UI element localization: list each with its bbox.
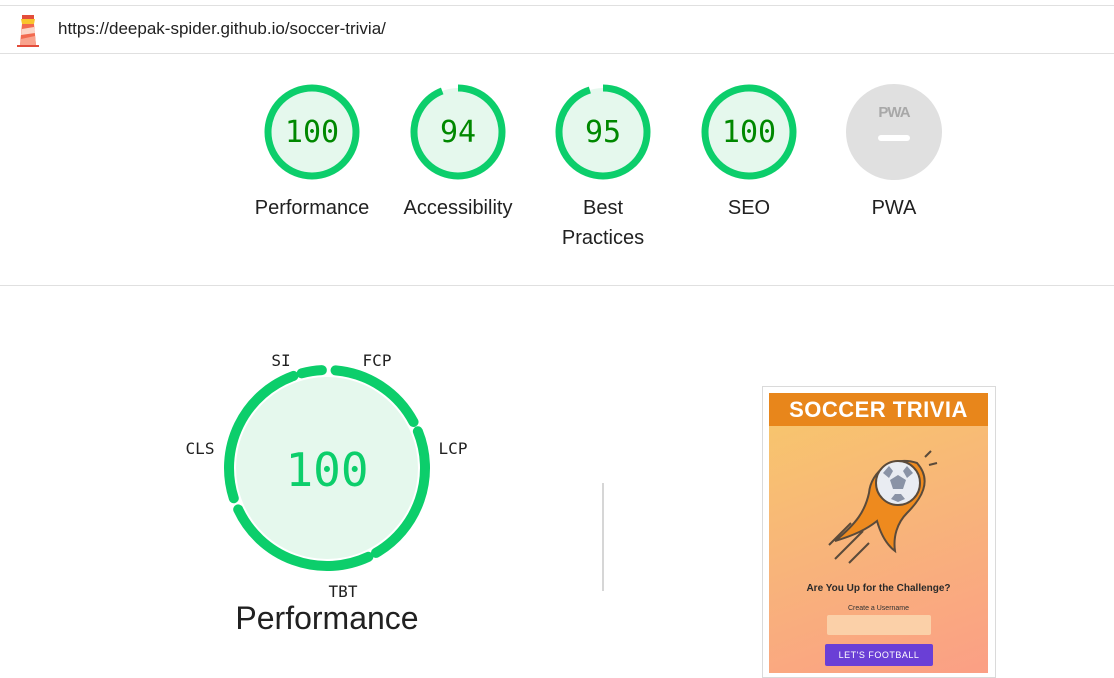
score-label: Best Practices xyxy=(561,197,645,249)
performance-score: 100 xyxy=(285,443,368,497)
gauge-seo[interactable]: 100 SEO xyxy=(684,84,814,223)
metric-label-lcp: LCP xyxy=(439,439,468,458)
performance-title: Performance xyxy=(235,600,419,636)
performance-metric-gauge: 100 SI FCP LCP TBT CLS xyxy=(186,351,468,600)
gauge-accessibility[interactable]: 94 Accessibility xyxy=(393,84,523,223)
final-screenshot[interactable]: SOCCER TRIVIA Are You Up for the Challen… xyxy=(769,393,988,673)
score-ring-seo: 100 xyxy=(701,84,797,180)
lighthouse-icon xyxy=(17,15,39,47)
gauge-performance[interactable]: 100 Performance xyxy=(247,84,377,223)
metric-label-cls: CLS xyxy=(186,439,215,458)
thumbnail-start-button[interactable]: LET'S FOOTBALL xyxy=(825,644,933,666)
thumbnail-challenge-text: Are You Up for the Challenge? xyxy=(806,583,951,594)
vertical-separator xyxy=(602,483,604,591)
score-label: Accessibility xyxy=(403,197,513,219)
score-value: 100 xyxy=(285,115,339,150)
score-value: 94 xyxy=(440,115,476,150)
gauge-pwa[interactable]: PWA PWA xyxy=(829,84,959,223)
thumbnail-banner: SOCCER TRIVIA xyxy=(769,393,988,426)
flaming-soccer-ball-icon xyxy=(828,450,938,564)
score-value: 100 xyxy=(722,115,776,150)
page-url[interactable]: https://deepak-spider.github.io/soccer-t… xyxy=(58,19,386,39)
score-ring-performance: 100 xyxy=(264,84,360,180)
pwa-badge-text: PWA xyxy=(878,104,910,121)
gauge-best-practices[interactable]: 95 Best Practices xyxy=(538,84,668,253)
score-value: 95 xyxy=(585,115,621,150)
section-divider xyxy=(0,285,1114,286)
metric-label-fcp: FCP xyxy=(363,351,392,370)
metric-label-si: SI xyxy=(271,351,290,370)
score-ring-best-practices: 95 xyxy=(555,84,651,180)
pwa-badge-icon: PWA xyxy=(846,84,942,180)
score-label: Performance xyxy=(254,197,370,219)
thumbnail-username-input[interactable] xyxy=(827,615,931,635)
thumbnail-username-label: Create a Username xyxy=(847,605,910,612)
score-ring-accessibility: 94 xyxy=(410,84,506,180)
score-label: PWA xyxy=(871,197,917,219)
metric-label-tbt: TBT xyxy=(329,582,358,600)
report-url-bar: https://deepak-spider.github.io/soccer-t… xyxy=(0,6,1114,54)
arc-si xyxy=(296,365,327,379)
score-label: SEO xyxy=(727,197,771,219)
